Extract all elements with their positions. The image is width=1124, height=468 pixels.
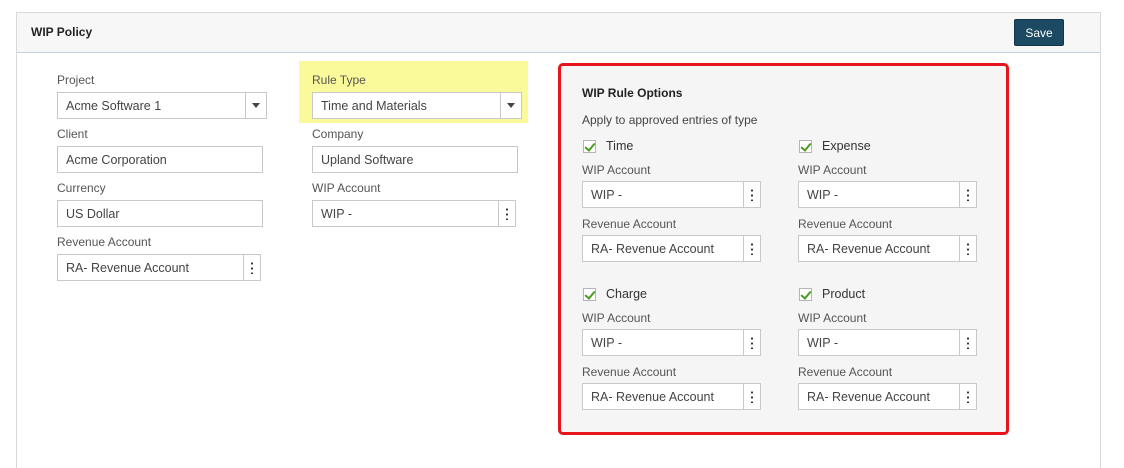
charge-checkbox-label: Charge: [606, 287, 647, 301]
wip-rule-options-subtitle: Apply to approved entries of type: [582, 113, 758, 127]
charge-wip-account-value: WIP -: [591, 336, 623, 350]
charge-checkbox-row[interactable]: Charge: [583, 287, 647, 301]
wip-account-field[interactable]: WIP -: [312, 200, 516, 227]
expense-checkbox[interactable]: [799, 139, 812, 153]
more-options-icon[interactable]: [498, 201, 515, 226]
time-wip-account-label: WIP Account: [582, 163, 651, 177]
more-options-icon[interactable]: [743, 330, 760, 355]
more-options-icon[interactable]: [959, 182, 976, 207]
more-options-icon[interactable]: [243, 255, 260, 280]
time-checkbox[interactable]: [583, 139, 596, 153]
product-checkbox[interactable]: [799, 287, 812, 301]
expense-checkbox-label: Expense: [822, 139, 871, 153]
chevron-down-icon[interactable]: [500, 93, 521, 118]
time-revenue-account-label: Revenue Account: [582, 217, 677, 231]
time-revenue-account-value: RA- Revenue Account: [591, 242, 714, 256]
company-label: Company: [312, 127, 364, 141]
charge-revenue-account-label: Revenue Account: [582, 365, 677, 379]
rule-type-label: Rule Type: [312, 73, 366, 87]
save-button[interactable]: Save: [1014, 19, 1064, 46]
time-checkbox-row[interactable]: Time: [583, 139, 633, 153]
panel-header: WIP Policy Save: [17, 13, 1100, 53]
product-revenue-account-field[interactable]: RA- Revenue Account: [798, 383, 977, 410]
time-wip-account-field[interactable]: WIP -: [582, 181, 761, 208]
more-options-icon[interactable]: [959, 330, 976, 355]
wip-account-label: WIP Account: [312, 181, 381, 195]
charge-wip-account-field[interactable]: WIP -: [582, 329, 761, 356]
time-checkbox-label: Time: [606, 139, 634, 153]
more-options-icon[interactable]: [959, 384, 976, 409]
revenue-account-field[interactable]: RA- Revenue Account: [57, 254, 261, 281]
chevron-down-icon[interactable]: [245, 93, 266, 118]
expense-revenue-account-value: RA- Revenue Account: [807, 242, 930, 256]
company-value: Upland Software: [321, 153, 414, 167]
product-checkbox-row[interactable]: Product: [799, 287, 865, 301]
expense-revenue-account-field[interactable]: RA- Revenue Account: [798, 235, 977, 262]
more-options-icon[interactable]: [743, 236, 760, 261]
revenue-account-label: Revenue Account: [57, 235, 152, 249]
wip-rule-options-title: WIP Rule Options: [582, 86, 683, 100]
charge-wip-account-label: WIP Account: [582, 311, 651, 325]
revenue-account-value: RA- Revenue Account: [66, 261, 189, 275]
company-field[interactable]: Upland Software: [312, 146, 518, 173]
charge-checkbox[interactable]: [583, 287, 596, 301]
rule-type-value: Time and Materials: [321, 99, 427, 113]
project-value: Acme Software 1: [66, 99, 162, 113]
product-wip-account-label: WIP Account: [798, 311, 867, 325]
charge-revenue-account-field[interactable]: RA- Revenue Account: [582, 383, 761, 410]
charge-revenue-account-value: RA- Revenue Account: [591, 390, 714, 404]
rule-type-select[interactable]: Time and Materials: [312, 92, 522, 119]
page-title: WIP Policy: [31, 25, 93, 39]
time-revenue-account-field[interactable]: RA- Revenue Account: [582, 235, 761, 262]
product-revenue-account-value: RA- Revenue Account: [807, 390, 930, 404]
currency-label: Currency: [57, 181, 106, 195]
more-options-icon[interactable]: [743, 384, 760, 409]
currency-field[interactable]: US Dollar: [57, 200, 263, 227]
product-revenue-account-label: Revenue Account: [798, 365, 893, 379]
product-checkbox-label: Product: [822, 287, 866, 301]
currency-value: US Dollar: [66, 207, 120, 221]
client-label: Client: [57, 127, 88, 141]
expense-wip-account-value: WIP -: [807, 188, 839, 202]
project-label: Project: [57, 73, 95, 87]
client-field[interactable]: Acme Corporation: [57, 146, 263, 173]
project-select[interactable]: Acme Software 1: [57, 92, 267, 119]
expense-checkbox-row[interactable]: Expense: [799, 139, 871, 153]
expense-wip-account-label: WIP Account: [798, 163, 867, 177]
more-options-icon[interactable]: [959, 236, 976, 261]
product-wip-account-field[interactable]: WIP -: [798, 329, 977, 356]
client-value: Acme Corporation: [66, 153, 167, 167]
expense-revenue-account-label: Revenue Account: [798, 217, 893, 231]
wip-account-value: WIP -: [321, 207, 353, 221]
time-wip-account-value: WIP -: [591, 188, 623, 202]
product-wip-account-value: WIP -: [807, 336, 839, 350]
more-options-icon[interactable]: [743, 182, 760, 207]
expense-wip-account-field[interactable]: WIP -: [798, 181, 977, 208]
